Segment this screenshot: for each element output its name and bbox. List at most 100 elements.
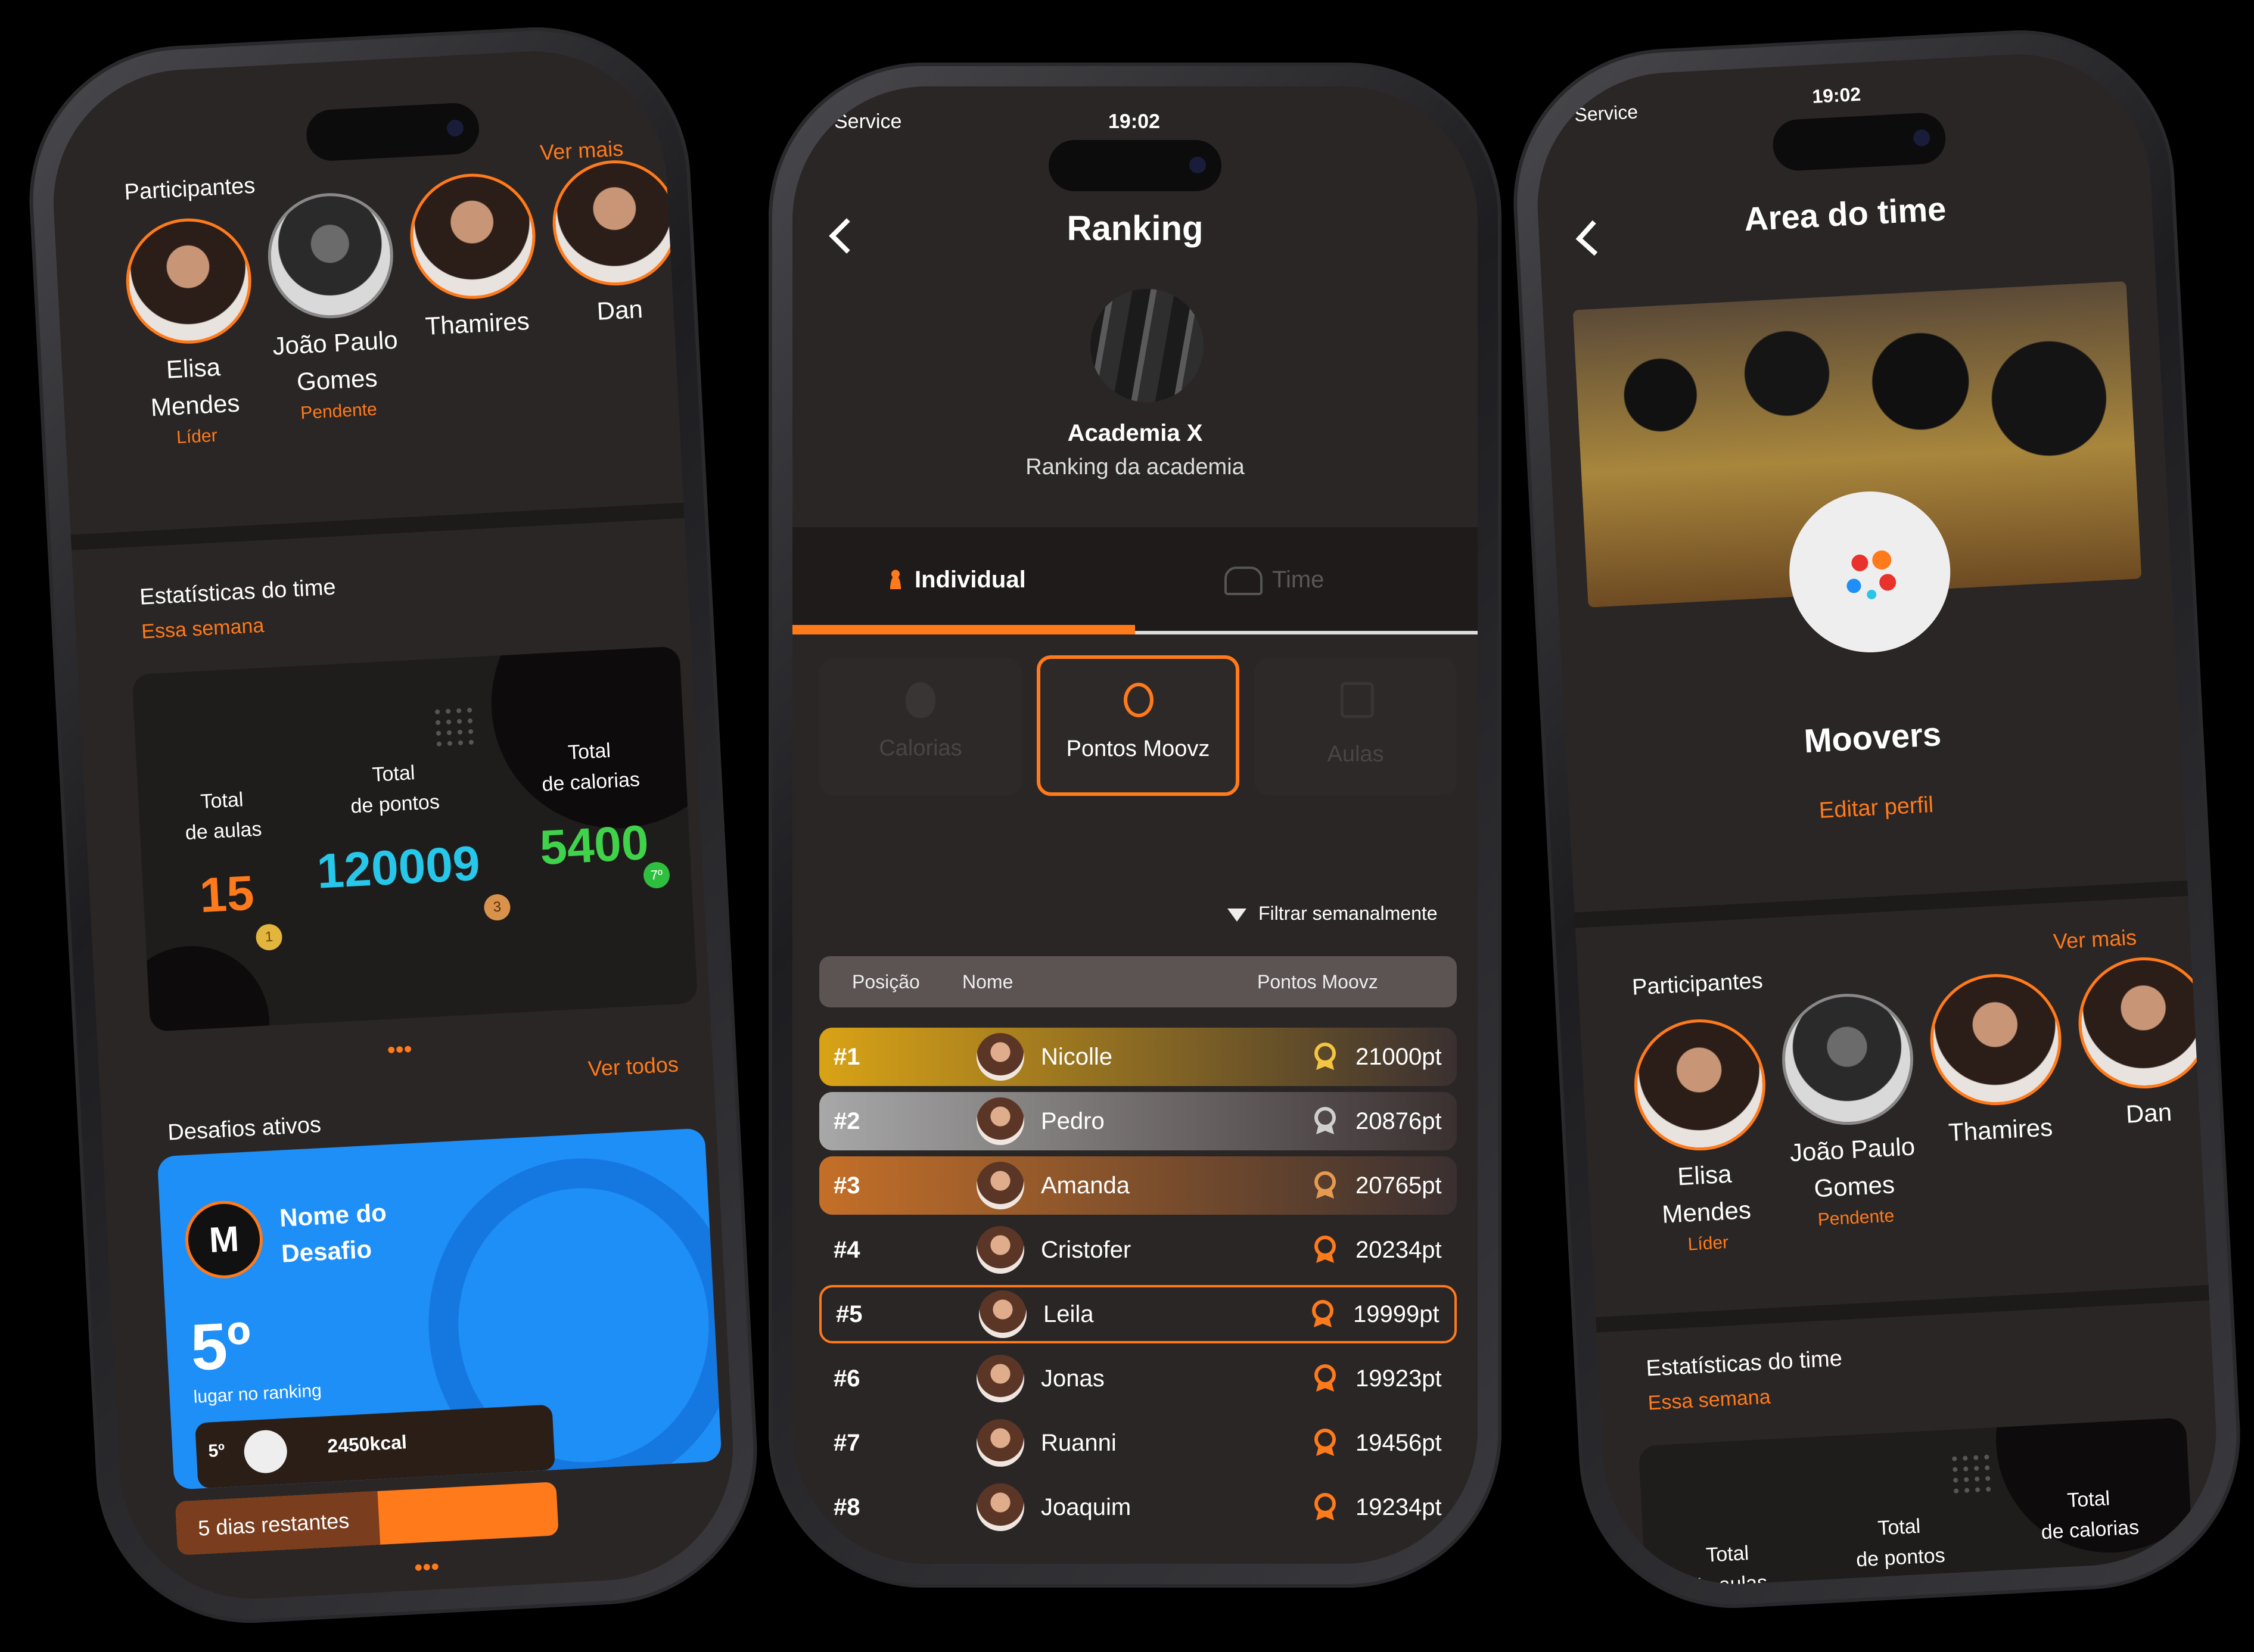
table-row[interactable]: #7 Ruanni 19456pt [819, 1414, 1457, 1472]
challenge-mini-card: 5º 2450kcal [195, 1404, 556, 1489]
stat-aulas: Total de aulas 15 [162, 786, 288, 926]
stats-title: Estatísticas do time [139, 574, 337, 610]
middle-phone: Service 19:02 Ranking Academia X Ranking… [769, 63, 1501, 1588]
days-left-bar: 5 dias restantes [175, 1482, 559, 1555]
right-phone: Service 19:02 Area do time Moovers Edita… [1506, 22, 2248, 1616]
challenges-title: Desafios ativos [167, 1112, 322, 1146]
tab-individual[interactable]: Individual [792, 527, 1135, 634]
participant-name-2: Mendes [150, 388, 241, 422]
stat-label: Total [1705, 1541, 1750, 1567]
row-points: 20234pt [1355, 1236, 1442, 1263]
team-name: Moovers [1803, 715, 1942, 760]
avatar [123, 215, 255, 347]
stat-calorias: Total de calorias [2010, 1484, 2168, 1545]
avatar [1927, 970, 2065, 1109]
stat-pontos: Total de pontos 120009 [304, 758, 489, 900]
table-header: Posição Nome Pontos Moovz [819, 956, 1457, 1007]
participant-elisa[interactable]: Elisa Mendes Líder [120, 215, 263, 450]
stats-period: Essa semana [1647, 1385, 1771, 1415]
stat-label: Total [200, 788, 244, 813]
participant-name-2: Gomes [1813, 1170, 1896, 1203]
gym-subtitle: Ranking da academia [1025, 455, 1245, 480]
participant-name: João Paulo [272, 325, 399, 360]
logo-dot [1851, 554, 1869, 572]
stat-value: 15 [198, 866, 256, 923]
table-row[interactable]: #3 Amanda 20765pt [819, 1156, 1457, 1215]
stat-aulas: Total de aulas [1667, 1540, 1789, 1591]
decor-circle-2 [132, 942, 273, 1032]
participant-name: Thamires [424, 306, 530, 341]
avatar [1631, 1016, 1769, 1154]
row-name: Jonas [1041, 1365, 1105, 1392]
participant-tag: Pendente [300, 399, 378, 424]
table-row[interactable]: #6 Jonas 19923pt [819, 1349, 1457, 1408]
medal-icon [1312, 1300, 1333, 1327]
table-row[interactable]: #2 Pedro 20876pt [819, 1092, 1457, 1150]
tab-time[interactable]: Time [1135, 527, 1478, 634]
row-points: 19923pt [1355, 1365, 1442, 1392]
participant-tag: Pendente [1817, 1206, 1895, 1230]
section-divider [70, 502, 685, 550]
participant-joao[interactable]: João Paulo Gomes Pendente [262, 189, 405, 425]
category-label: Pontos Moovz [1066, 736, 1210, 761]
participant-elisa[interactable]: Elisa Mendes Líder [1628, 1016, 1777, 1257]
mini-rank: 5º [207, 1441, 226, 1461]
participant-dan[interactable]: Dan [546, 157, 686, 328]
dots-icon [431, 704, 476, 749]
stat-label-2: de aulas [184, 817, 263, 845]
stat-label-2: de pontos [1855, 1544, 1946, 1572]
avatar [979, 1290, 1027, 1338]
group-icon [1224, 567, 1263, 595]
dots-icon [1948, 1451, 1993, 1496]
participant-joao[interactable]: João Paulo Gomes Pendente [1776, 990, 1925, 1231]
status-time: 19:02 [1811, 83, 1862, 107]
row-pos: #6 [834, 1365, 860, 1392]
challenge-name: Nome do [279, 1198, 387, 1232]
stats-card: Total de aulas 15 1 Total de pontos 1200… [132, 646, 698, 1032]
row-name: Cristofer [1041, 1236, 1131, 1263]
middle-screen: Service 19:02 Ranking Academia X Ranking… [792, 86, 1478, 1564]
filter-button[interactable]: Filtrar semanalmente [1227, 903, 1438, 925]
table-row[interactable]: #4 Cristofer 20234pt [819, 1221, 1457, 1279]
participant-dan[interactable]: Dan [2072, 954, 2218, 1131]
category-pontos[interactable]: Pontos Moovz [1037, 655, 1239, 796]
participant-name: Dan [596, 294, 643, 325]
row-points: 20876pt [1355, 1107, 1442, 1134]
category-calorias[interactable]: Calorias [819, 658, 1022, 795]
status-carrier: Service [1574, 101, 1639, 126]
participant-thamires[interactable]: Thamires [1924, 970, 2070, 1148]
participants-title: Participantes [1631, 968, 1764, 1000]
filter-label: Filtrar semanalmente [1258, 903, 1438, 924]
dynamic-island [1049, 140, 1221, 191]
participant-thamires[interactable]: Thamires [404, 170, 543, 341]
edit-profile-link[interactable]: Editar perfil [1569, 779, 2184, 837]
left-screen: Participantes Ver mais Elisa Mendes Líde… [46, 44, 740, 1606]
challenge-name-2: Desafio [281, 1234, 373, 1268]
stat-value: 120009 [315, 836, 481, 899]
participant-name-2: Gomes [296, 363, 378, 396]
table-row[interactable]: #1 Nicolle 21000pt [819, 1028, 1457, 1086]
section-divider-2 [1596, 1284, 2210, 1333]
col-position: Posição [852, 971, 920, 993]
category-aulas[interactable]: Aulas [1254, 658, 1457, 795]
pager-dots-2: ••• [414, 1553, 440, 1581]
page-title: Ranking [1067, 209, 1204, 248]
filter-icon [1227, 908, 1246, 922]
avatar [977, 1162, 1024, 1209]
table-row-highlighted[interactable]: #5 Leila 19999pt [819, 1285, 1457, 1343]
section-divider [1574, 880, 2188, 928]
ver-mais-link[interactable]: Ver mais [2053, 925, 2137, 954]
row-points: 21000pt [1355, 1043, 1442, 1070]
challenge-card[interactable]: M Nome do Desafio 5º lugar no ranking 5º… [157, 1128, 722, 1490]
table-row[interactable]: #8 Joaquim 19234pt [819, 1478, 1457, 1536]
avatar [2075, 954, 2213, 1092]
row-name: Amanda [1041, 1172, 1130, 1199]
stat-pontos: Total de pontos [1821, 1512, 1978, 1573]
person-icon [888, 569, 903, 589]
gym-avatar [1090, 289, 1204, 402]
page-title: Area do time [1743, 189, 1947, 238]
row-name: Nicolle [1041, 1043, 1113, 1070]
logo-dot-4 [1846, 578, 1862, 594]
ranking-table: #1 Nicolle 21000pt #2 Pedro 20876pt #3 A… [819, 1028, 1457, 1564]
ver-todos-link[interactable]: Ver todos [587, 1052, 679, 1082]
